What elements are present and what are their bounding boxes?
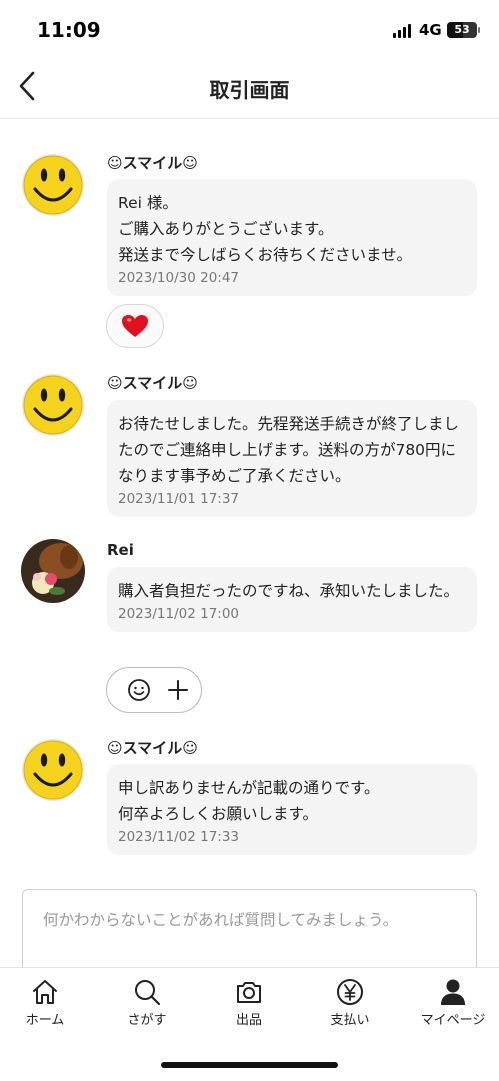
message-sender: ☺スマイル☺	[107, 739, 198, 757]
tab-mypage[interactable]: マイページ	[403, 968, 499, 1038]
signal-icon	[393, 24, 413, 38]
tab-label: ホーム	[25, 1013, 65, 1028]
home-indicator	[161, 1062, 338, 1068]
smiley-icon	[22, 739, 84, 801]
plus-icon	[168, 680, 188, 700]
status-bar: 11:09 4G 53	[0, 0, 499, 56]
tab-label: 支払い	[330, 1013, 370, 1028]
tab-home[interactable]: ホーム	[0, 968, 95, 1038]
message-timestamp: 2023/11/02 17:00	[118, 606, 240, 622]
avatar-rei[interactable]	[21, 539, 85, 603]
message-bubble: 購入者負担だったのですね、承知いたしました。 2023/11/02 17:00	[107, 567, 477, 632]
tab-label: マイページ	[420, 1013, 486, 1028]
battery-tip	[478, 27, 480, 33]
message-bubble: 申し訳ありませんが記載の通りです。 何卒よろしくお願いします。 2023/11/…	[107, 764, 477, 855]
tab-sell[interactable]: 出品	[199, 968, 299, 1038]
tab-label: さがす	[127, 1013, 167, 1028]
network-type: 4G	[419, 21, 442, 39]
message-bubble: Rei 様。 ご購入ありがとうございます。 発送まで今しばらくお待ちくださいませ…	[107, 179, 477, 296]
message-sender: ☺スマイル☺	[107, 374, 198, 392]
camera-icon	[237, 982, 261, 1003]
message-timestamp: 2023/11/01 17:37	[118, 491, 240, 507]
message-list[interactable]: ☺スマイル☺ Rei 様。 ご購入ありがとうございます。 発送まで今しばらくお待…	[0, 119, 499, 889]
message-text: 購入者負担だったのですね、承知いたしました。	[118, 582, 460, 600]
message-text: 申し訳ありませんが記載の通りです。 何卒よろしくお願いします。	[118, 779, 380, 823]
page-title: 取引画面	[209, 78, 290, 102]
message-sender: ☺スマイル☺	[107, 154, 198, 172]
add-reaction-button[interactable]	[106, 667, 202, 713]
message-sender: Rei	[107, 541, 134, 559]
heart-icon	[122, 315, 148, 337]
tab-search[interactable]: さがす	[97, 968, 197, 1038]
avatar-smile[interactable]	[21, 738, 85, 802]
battery-level: 53	[454, 23, 470, 36]
message-bubble: お待たせしました。先程発送手続きが終了しましたのでご連絡申し上げます。送料の方が…	[107, 400, 477, 517]
tab-payment[interactable]: 支払い	[300, 968, 400, 1038]
home-icon	[33, 980, 57, 1004]
message-timestamp: 2023/11/02 17:33	[118, 829, 240, 845]
status-time: 11:09	[37, 18, 101, 42]
avatar-smile[interactable]	[21, 153, 85, 217]
reaction-heart-button[interactable]	[106, 304, 164, 348]
message-text: お待たせしました。先程発送手続きが終了しましたのでご連絡申し上げます。送料の方が…	[118, 415, 460, 485]
message-timestamp: 2023/10/30 20:47	[118, 270, 240, 286]
message-text: Rei 様。 ご購入ありがとうございます。 発送まで今しばらくお待ちくださいませ…	[118, 194, 413, 264]
avatar-smile[interactable]	[21, 373, 85, 437]
tab-label: 出品	[235, 1013, 262, 1028]
person-icon	[441, 979, 465, 1005]
yen-icon	[337, 979, 363, 1005]
smiley-icon	[22, 154, 84, 216]
smiley-icon	[22, 374, 84, 436]
search-icon	[135, 980, 161, 1006]
smiley-outline-icon	[128, 679, 150, 701]
battery-icon: 53	[447, 22, 477, 38]
user-photo-icon	[21, 539, 85, 603]
header: 取引画面	[0, 56, 499, 119]
